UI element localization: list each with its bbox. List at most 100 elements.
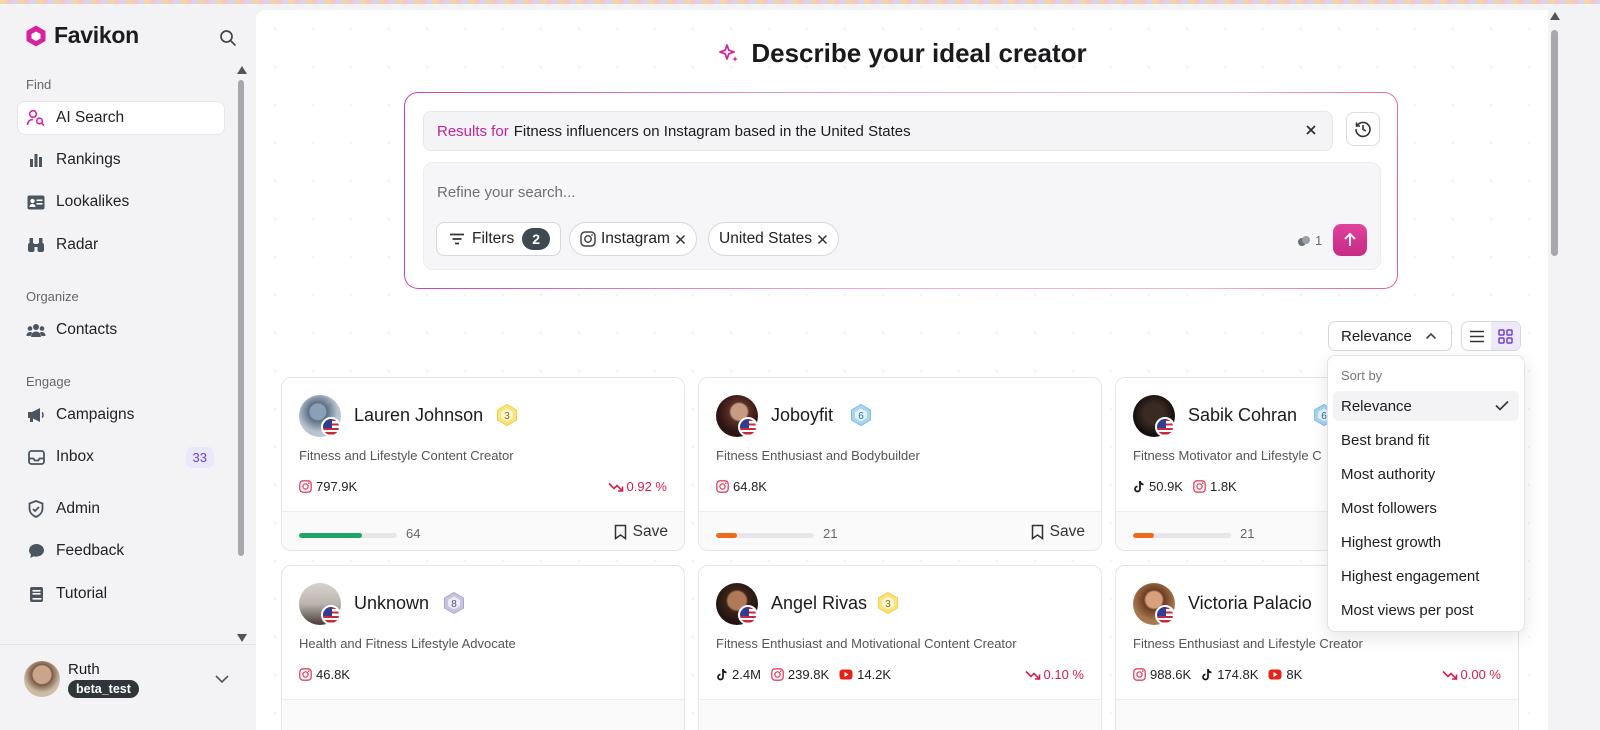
card-footer: 64 Save [282, 511, 684, 550]
save-button[interactable]: Save [614, 523, 668, 541]
tiktok-icon [1202, 669, 1212, 681]
tiktok-followers: 174.8K [1201, 667, 1258, 682]
sort-option-highest-engagement[interactable]: Highest engagement [1333, 561, 1519, 591]
section-label-organize: Organize [26, 289, 79, 304]
sidebar-item-label: Admin [56, 500, 100, 517]
growth-value: 0.00 % [1460, 667, 1501, 682]
filters-button[interactable]: Filters 2 [436, 222, 561, 256]
scroll-up-arrow-icon[interactable] [1550, 12, 1560, 20]
youtube-subscribers: 8K [1268, 667, 1302, 682]
save-button[interactable]: Save [1031, 523, 1085, 541]
sidebar-item-inbox[interactable]: Inbox 33 [18, 441, 224, 473]
scrollbar-thumb[interactable] [238, 80, 244, 556]
trend-down-icon [1024, 670, 1040, 680]
card-footer: 21 Save [699, 511, 1101, 550]
sidebar-item-label: Radar [56, 236, 99, 253]
creator-name[interactable]: Unknown [354, 593, 429, 614]
youtube-subscribers: 14.2K [839, 667, 891, 682]
remove-chip-close-icon[interactable] [675, 234, 686, 245]
submit-search-button[interactable] [1333, 224, 1367, 256]
level-hexagon-badge-icon: 8 [444, 591, 464, 615]
sort-option-relevance[interactable]: Relevance [1333, 391, 1519, 421]
creator-description: Fitness and Lifestyle Content Creator [299, 448, 514, 463]
sort-option-most-authority[interactable]: Most authority [1333, 459, 1519, 489]
creator-name[interactable]: Victoria Palacio [1188, 593, 1312, 614]
sort-option-most-views-per-post[interactable]: Most views per post [1333, 595, 1519, 625]
sidebar-item-tutorial[interactable]: Tutorial [18, 578, 224, 610]
sidebar-item-label: Rankings [56, 151, 121, 168]
stat-value: 797.9K [316, 479, 358, 494]
chevron-down-icon[interactable] [214, 673, 230, 685]
sidebar-item-label: Lookalikes [56, 193, 130, 210]
instagram-followers: 1.8K [1193, 479, 1237, 494]
sidebar-item-ai-search[interactable]: AI Search [18, 102, 224, 134]
app-logo[interactable]: Favikon [24, 22, 139, 49]
sort-option-highest-growth[interactable]: Highest growth [1333, 527, 1519, 557]
arrow-up-icon [1344, 232, 1356, 246]
scrollbar-thumb[interactable] [1551, 30, 1558, 256]
trend-down-icon [1441, 670, 1457, 680]
refine-search-input[interactable]: Refine your search... [437, 184, 575, 201]
us-flag-icon [1155, 605, 1175, 625]
growth-indicator: 0.00 % [1441, 667, 1501, 682]
search-icon[interactable] [218, 28, 238, 48]
sort-option-best-brand-fit[interactable]: Best brand fit [1333, 425, 1519, 455]
creator-card[interactable]: Unknown 8 Health and Fitness Lifestyle A… [281, 565, 685, 730]
tiktok-icon [1134, 481, 1144, 493]
sidebar-item-contacts[interactable]: Contacts [18, 314, 224, 346]
sidebar-item-admin[interactable]: Admin [18, 493, 224, 525]
stat-value: 46.8K [316, 667, 350, 682]
sidebar-item-rankings[interactable]: Rankings [18, 144, 224, 176]
card-footer [282, 699, 684, 730]
chip-label: United States [719, 230, 813, 247]
search-panel: Results for Fitness influencers on Insta… [404, 92, 1398, 289]
score-value: 64 [406, 526, 421, 541]
sidebar-scrollbar[interactable] [234, 64, 248, 644]
checkmark-icon [1495, 400, 1509, 411]
scroll-down-arrow-icon[interactable] [237, 634, 247, 642]
instagram-icon [771, 668, 784, 681]
grid-view-button[interactable] [1491, 322, 1520, 350]
score-bar-fill [716, 533, 737, 538]
us-flag-icon [321, 605, 341, 625]
sort-option-label: Most authority [1341, 465, 1436, 483]
remove-chip-close-icon[interactable] [817, 234, 828, 245]
query-display[interactable]: Results for Fitness influencers on Insta… [423, 111, 1333, 151]
filter-chip-instagram[interactable]: Instagram [569, 222, 697, 256]
creator-name[interactable]: Angel Rivas [771, 593, 867, 614]
stat-value: 14.2K [857, 667, 892, 682]
main-scrollbar[interactable] [1548, 10, 1562, 730]
sort-dropdown-button[interactable]: Relevance [1328, 321, 1452, 351]
creator-card[interactable]: Joboyfit 6 Fitness Enthusiast and Bodybu… [698, 377, 1102, 551]
stat-value: 8K [1286, 667, 1303, 682]
list-view-button[interactable] [1462, 322, 1491, 350]
sort-option-label: Relevance [1341, 397, 1412, 415]
stat-value: 239.8K [787, 667, 830, 682]
clear-query-close-icon[interactable] [1304, 123, 1318, 137]
sidebar-item-radar[interactable]: Radar [18, 229, 224, 261]
creator-name[interactable]: Lauren Johnson [354, 405, 483, 426]
search-history-button[interactable] [1346, 112, 1380, 146]
filter-chip-united-states[interactable]: United States [708, 222, 840, 256]
creator-stats: 2.4M 239.8K 14.2K [716, 667, 891, 682]
instagram-icon [716, 480, 729, 493]
sidebar-item-label: Contacts [56, 321, 118, 338]
creator-name[interactable]: Joboyfit [771, 405, 833, 426]
creator-stats: 988.6K 174.8K 8K [1133, 667, 1302, 682]
instagram-followers: 988.6K [1133, 667, 1191, 682]
avatar [24, 661, 60, 697]
creator-card[interactable]: Lauren Johnson 3 Fitness and Lifestyle C… [281, 377, 685, 551]
sidebar-item-feedback[interactable]: Feedback [18, 535, 224, 567]
sidebar-item-campaigns[interactable]: Campaigns [18, 399, 224, 431]
credits-count: 1 [1315, 233, 1323, 248]
creator-name[interactable]: Sabik Cohran [1188, 405, 1297, 426]
creator-card[interactable]: Angel Rivas 3 Fitness Enthusiast and Mot… [698, 565, 1102, 730]
filters-label: Filters [472, 230, 515, 247]
stat-value: 988.6K [1150, 667, 1192, 682]
save-label: Save [632, 523, 668, 540]
scroll-up-arrow-icon[interactable] [237, 66, 247, 74]
sidebar-item-lookalikes[interactable]: Lookalikes [18, 186, 224, 218]
growth-indicator: 0.10 % [1024, 667, 1084, 682]
user-menu[interactable]: Ruth beta_test [0, 644, 256, 730]
sort-option-most-followers[interactable]: Most followers [1333, 493, 1519, 523]
